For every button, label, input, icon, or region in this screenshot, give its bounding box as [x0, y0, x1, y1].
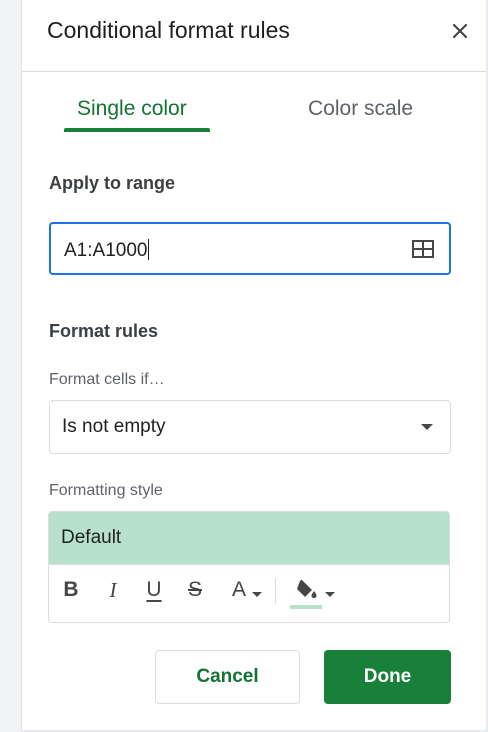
condition-value: Is not empty: [62, 416, 166, 437]
panel-title: Conditional format rules: [47, 17, 290, 43]
style-preview-text: Default: [61, 527, 122, 548]
done-button[interactable]: Done: [324, 650, 451, 704]
format-rules-heading: Format rules: [49, 321, 159, 341]
fill-color-button[interactable]: [287, 572, 341, 608]
tab-color-scale[interactable]: Color scale: [308, 96, 413, 122]
active-tab-indicator: [64, 128, 210, 132]
text-color-icon: A: [231, 578, 246, 601]
close-button[interactable]: [447, 18, 473, 44]
dropdown-arrow-icon: [421, 424, 433, 430]
toolbar-divider: [275, 578, 276, 604]
condition-label: Format cells if…: [49, 371, 165, 388]
underline-button[interactable]: U: [141, 572, 167, 608]
style-preset-dropdown[interactable]: Default: [49, 512, 449, 565]
range-input[interactable]: A1:A1000: [49, 222, 451, 275]
strikethrough-button[interactable]: S: [182, 572, 208, 608]
sheet-edge: [0, 0, 22, 732]
condition-dropdown[interactable]: Is not empty: [49, 400, 451, 454]
apply-to-range-heading: Apply to range: [49, 173, 176, 193]
range-value: A1:A1000: [64, 240, 148, 261]
grid-icon: [412, 240, 434, 258]
text-color-button[interactable]: A: [224, 572, 270, 608]
formatting-style-label: Formatting style: [49, 482, 163, 499]
cancel-button[interactable]: Cancel: [155, 650, 300, 704]
tab-single-color[interactable]: Single color: [77, 96, 187, 122]
paint-bucket-icon: [297, 579, 317, 598]
chevron-down-icon: [325, 591, 335, 597]
select-range-button[interactable]: [411, 239, 435, 259]
text-caret: [148, 239, 150, 260]
bold-button[interactable]: B: [58, 572, 84, 608]
fill-color-swatch: [290, 605, 322, 609]
italic-button[interactable]: I: [100, 572, 126, 608]
close-icon: [452, 23, 468, 39]
panel-header: Conditional format rules: [22, 0, 486, 72]
chevron-down-icon: [252, 591, 262, 597]
